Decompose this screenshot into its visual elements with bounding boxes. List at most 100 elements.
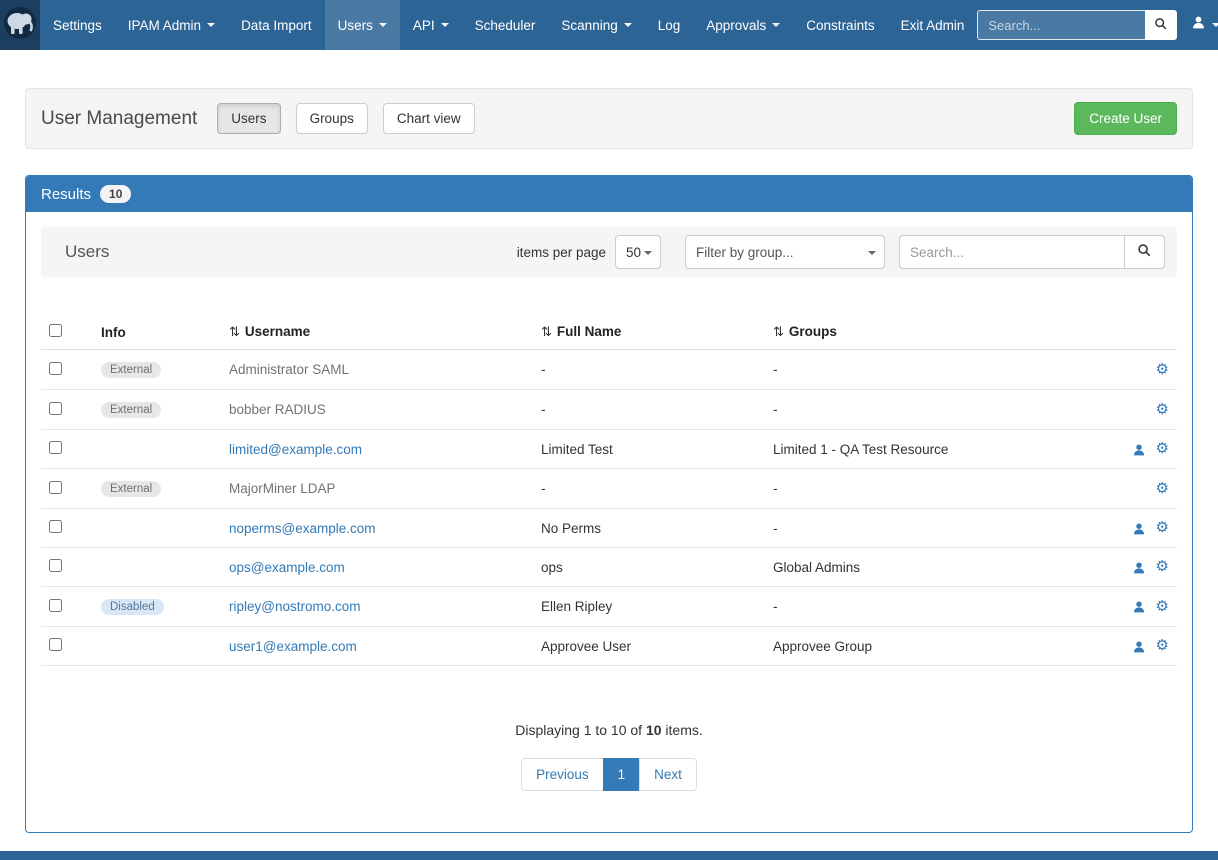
groups-cell: Approvee Group <box>765 627 1087 666</box>
nav-item-label: Users <box>338 18 373 33</box>
nav-item-api[interactable]: API <box>400 0 462 50</box>
app-logo[interactable] <box>0 0 40 50</box>
create-user-button[interactable]: Create User <box>1074 102 1177 135</box>
items-per-page-select[interactable]: 50 <box>615 235 661 269</box>
navbar-search-button[interactable] <box>1145 10 1177 40</box>
user-icon[interactable] <box>1132 520 1146 535</box>
nav-item-ipam-admin[interactable]: IPAM Admin <box>115 0 228 50</box>
groups-cell: Limited 1 - QA Test Resource <box>765 430 1087 469</box>
column-header-username[interactable]: ⇅Username <box>221 315 533 350</box>
gear-icon[interactable]: ⚙ <box>1156 520 1169 534</box>
gear-icon[interactable]: ⚙ <box>1156 441 1169 455</box>
row-checkbox[interactable] <box>49 638 62 651</box>
table-row: ExternalAdministrator SAML--⚙ <box>41 350 1177 390</box>
username-link[interactable]: ripley@nostromo.com <box>229 599 361 614</box>
pagination-next[interactable]: Next <box>639 758 697 791</box>
nav-item-approvals[interactable]: Approvals <box>693 0 793 50</box>
username-link[interactable]: noperms@example.com <box>229 521 376 536</box>
results-panel-heading: Results 10 <box>26 176 1192 212</box>
pagination-page-1[interactable]: 1 <box>603 758 641 791</box>
column-header-groups[interactable]: ⇅Groups <box>765 315 1087 350</box>
navbar-search-input[interactable] <box>977 10 1145 40</box>
info-badge: External <box>101 481 161 497</box>
chevron-down-icon <box>868 251 876 255</box>
nav-item-scanning[interactable]: Scanning <box>548 0 644 50</box>
view-switcher: Users Groups Chart view <box>217 103 489 134</box>
gear-icon[interactable]: ⚙ <box>1156 402 1169 416</box>
username-link[interactable]: ops@example.com <box>229 560 345 575</box>
info-badge: External <box>101 362 161 378</box>
full-name-cell: Limited Test <box>533 430 765 469</box>
column-header-info: Info <box>93 315 221 350</box>
full-name-cell: Approvee User <box>533 627 765 666</box>
table-header-row: Info ⇅Username ⇅Full Name ⇅Groups <box>41 315 1177 350</box>
summary-total: 10 <box>646 722 662 738</box>
column-header-full-name[interactable]: ⇅Full Name <box>533 315 765 350</box>
view-button-users[interactable]: Users <box>217 103 280 134</box>
pagination-previous[interactable]: Previous <box>521 758 604 791</box>
username-link[interactable]: limited@example.com <box>229 442 362 457</box>
user-icon[interactable] <box>1132 441 1146 456</box>
nav-item-exit-admin[interactable]: Exit Admin <box>888 0 978 50</box>
navbar-search <box>977 10 1177 40</box>
group-filter-value: Filter by group... <box>696 245 794 260</box>
users-table-body: ExternalAdministrator SAML--⚙Externalbob… <box>41 350 1177 666</box>
table-search <box>899 235 1165 269</box>
page-title: User Management <box>41 108 197 130</box>
results-count-badge: 10 <box>100 185 131 203</box>
row-checkbox[interactable] <box>49 559 62 572</box>
chevron-down-icon <box>624 23 632 27</box>
pagination: Previous 1 Next <box>41 758 1177 791</box>
username-link[interactable]: user1@example.com <box>229 639 357 654</box>
user-icon[interactable] <box>1132 559 1146 574</box>
nav-item-constraints[interactable]: Constraints <box>793 0 887 50</box>
table-row: Disabledripley@nostromo.comEllen Ripley-… <box>41 587 1177 627</box>
gear-icon[interactable]: ⚙ <box>1156 599 1169 613</box>
groups-cell: - <box>765 509 1087 548</box>
nav-item-label: Scheduler <box>475 18 536 33</box>
nav-item-label: Approvals <box>706 18 766 33</box>
nav-item-scheduler[interactable]: Scheduler <box>462 0 549 50</box>
view-button-chart-view[interactable]: Chart view <box>383 103 475 134</box>
gear-icon[interactable]: ⚙ <box>1156 362 1169 376</box>
row-checkbox[interactable] <box>49 599 62 612</box>
row-checkbox[interactable] <box>49 441 62 454</box>
group-filter-select[interactable]: Filter by group... <box>685 235 885 269</box>
sort-icon: ⇅ <box>541 325 552 340</box>
users-table: Info ⇅Username ⇅Full Name ⇅Groups Extern… <box>41 315 1177 666</box>
nav-item-data-import[interactable]: Data Import <box>228 0 325 50</box>
nav-item-label: IPAM Admin <box>128 18 201 33</box>
row-checkbox[interactable] <box>49 520 62 533</box>
chevron-down-icon <box>379 23 387 27</box>
column-label: Username <box>245 324 310 339</box>
gear-icon[interactable]: ⚙ <box>1156 559 1169 573</box>
row-checkbox[interactable] <box>49 402 62 415</box>
nav-item-label: Constraints <box>806 18 874 33</box>
sort-icon: ⇅ <box>773 325 784 340</box>
view-button-groups[interactable]: Groups <box>296 103 368 134</box>
user-icon[interactable] <box>1132 638 1146 653</box>
table-search-button[interactable] <box>1125 235 1165 269</box>
user-menu-button[interactable] <box>1191 15 1218 35</box>
row-checkbox[interactable] <box>49 362 62 375</box>
gear-icon[interactable]: ⚙ <box>1156 481 1169 495</box>
table-search-input[interactable] <box>899 235 1125 269</box>
chevron-down-icon <box>772 23 780 27</box>
nav-item-label: Scanning <box>561 18 617 33</box>
user-icon[interactable] <box>1132 599 1146 614</box>
info-badge: External <box>101 402 161 418</box>
navbar: Settings IPAM Admin Data Import Users API Sch… <box>0 0 1218 50</box>
row-checkbox[interactable] <box>49 481 62 494</box>
gear-icon[interactable]: ⚙ <box>1156 638 1169 652</box>
select-all-checkbox[interactable] <box>49 324 62 337</box>
chevron-down-icon <box>441 23 449 27</box>
chevron-down-icon <box>207 23 215 27</box>
table-row: Externalbobber RADIUS--⚙ <box>41 390 1177 430</box>
table-row: user1@example.com Approvee UserApprovee G… <box>41 627 1177 666</box>
user-icon <box>1191 15 1206 35</box>
chevron-down-icon <box>644 251 652 255</box>
nav-item-log[interactable]: Log <box>645 0 694 50</box>
groups-cell: - <box>765 390 1087 430</box>
nav-item-settings[interactable]: Settings <box>40 0 115 50</box>
nav-item-users[interactable]: Users <box>325 0 400 50</box>
